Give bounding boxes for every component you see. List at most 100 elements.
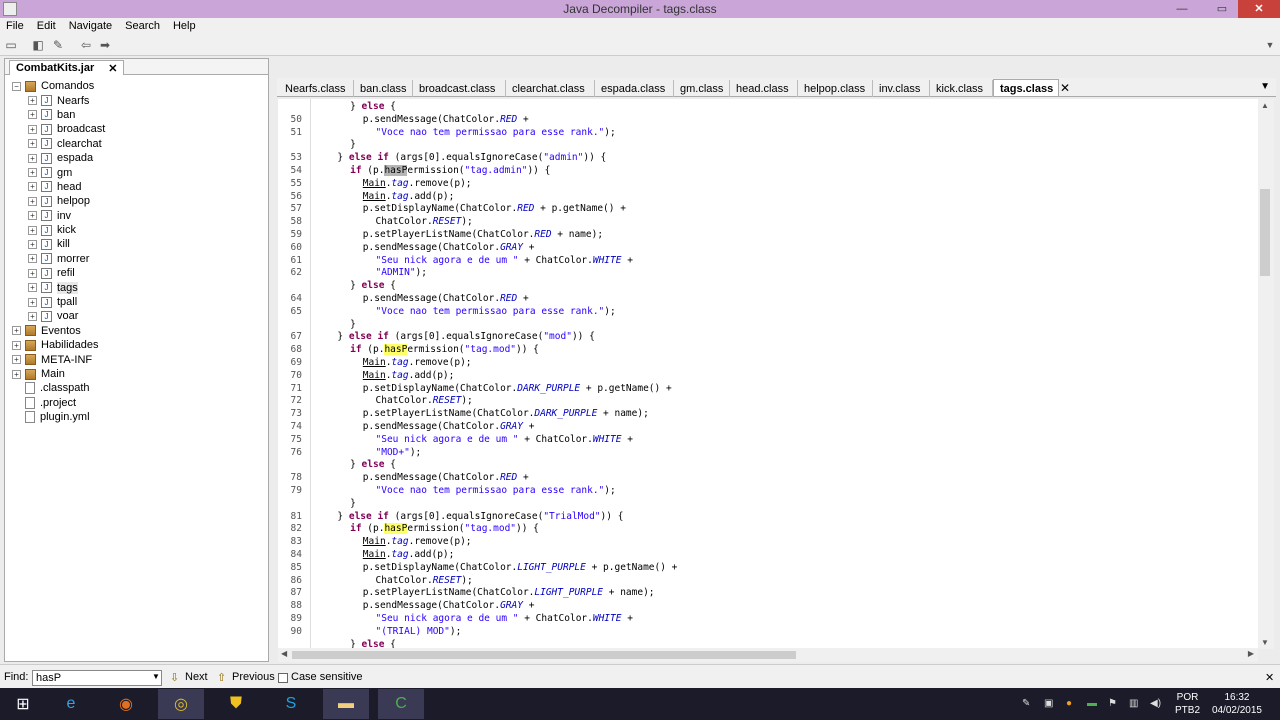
file-explorer-icon[interactable]: ▬: [323, 689, 369, 719]
tab-gm[interactable]: gm.class: [674, 80, 730, 97]
maximize-button[interactable]: ▭: [1208, 0, 1236, 18]
tree-item[interactable]: + J Nearfs: [5, 93, 268, 107]
tree-item[interactable]: + Jtpall: [5, 295, 268, 309]
tree-item[interactable]: plugin.yml: [5, 410, 268, 424]
close-icon[interactable]: ✕: [1265, 671, 1274, 684]
tab-kick[interactable]: kick.class: [930, 80, 993, 97]
menu-file[interactable]: File: [0, 18, 31, 35]
scroll-down-icon[interactable]: ▼: [1261, 638, 1269, 647]
tab-inv[interactable]: inv.class: [873, 80, 930, 97]
expand-icon[interactable]: +: [28, 268, 37, 278]
horizontal-scrollbar[interactable]: ◀ ▶: [278, 648, 1258, 662]
clock[interactable]: 16:32 04/02/2015: [1212, 691, 1262, 717]
expand-icon[interactable]: +: [28, 225, 37, 235]
chrome-icon[interactable]: ◎: [158, 689, 204, 719]
expand-icon[interactable]: +: [28, 297, 37, 307]
expand-icon[interactable]: +: [12, 369, 21, 379]
expand-icon[interactable]: +: [28, 254, 37, 264]
tree-item[interactable]: .classpath: [5, 381, 268, 395]
tree-item[interactable]: + Jmorrer: [5, 252, 268, 266]
tab-head[interactable]: head.class: [730, 80, 798, 97]
open-folder-icon[interactable]: ▭: [3, 38, 19, 52]
tray-feather-icon[interactable]: ✎: [1022, 698, 1030, 709]
find-input[interactable]: hasP: [32, 670, 162, 686]
vertical-scroll-thumb[interactable]: [1260, 189, 1270, 276]
expand-icon[interactable]: +: [28, 124, 37, 134]
tray-warning-icon[interactable]: ●: [1066, 698, 1072, 709]
skype-icon[interactable]: S: [268, 689, 314, 719]
jar-tab[interactable]: CombatKits.jar ✕: [9, 60, 125, 75]
tab-broadcast[interactable]: broadcast.class: [413, 80, 506, 97]
expand-icon[interactable]: +: [28, 211, 37, 221]
case-sensitive-checkbox[interactable]: [278, 673, 288, 683]
minimize-button[interactable]: —: [1168, 0, 1196, 18]
tab-clearchat[interactable]: clearchat.class: [506, 80, 595, 97]
expand-icon[interactable]: +: [28, 239, 37, 249]
tree-item[interactable]: + Jkill: [5, 237, 268, 251]
close-window-button[interactable]: ✕: [1238, 0, 1280, 18]
scroll-up-icon[interactable]: ▲: [1261, 101, 1269, 110]
menu-edit[interactable]: Edit: [31, 18, 63, 35]
tree-item[interactable]: + Jespada: [5, 151, 268, 165]
close-icon[interactable]: ✕: [108, 62, 117, 75]
tab-helpop[interactable]: helpop.class: [798, 80, 873, 97]
internet-explorer-icon[interactable]: e: [48, 689, 94, 719]
expand-icon[interactable]: +: [12, 340, 21, 350]
tree-item[interactable]: + Jban: [5, 108, 268, 122]
tree-item[interactable]: .project: [5, 396, 268, 410]
open-file-icon[interactable]: ◧: [30, 38, 46, 52]
tree-item[interactable]: + Jrefil: [5, 266, 268, 280]
tree-item[interactable]: + Jhelpop: [5, 194, 268, 208]
language-indicator[interactable]: POR PTB2: [1175, 691, 1200, 717]
tree-item[interactable]: + META-INF: [5, 352, 268, 366]
toolbar-menu-icon[interactable]: ▼: [1262, 38, 1278, 52]
tree-item[interactable]: + Jgm: [5, 165, 268, 179]
tab-espada[interactable]: espada.class: [595, 80, 674, 97]
tab-tags[interactable]: tags.class: [993, 79, 1059, 96]
tab-nearfs[interactable]: Nearfs.class: [279, 80, 354, 97]
find-previous-icon[interactable]: ⇧: [217, 671, 226, 684]
scroll-right-icon[interactable]: ▶: [1248, 649, 1254, 658]
code-editor[interactable]: } else {50 p.sendMessage(ChatColor.RED +5…: [278, 99, 1258, 649]
tray-app-icon[interactable]: ▣: [1044, 698, 1053, 709]
expand-icon[interactable]: +: [28, 168, 37, 178]
tree-item[interactable]: + Jclearchat: [5, 137, 268, 151]
tree-item[interactable]: + Jkick: [5, 223, 268, 237]
find-next-button[interactable]: Next: [185, 671, 208, 683]
tree-item[interactable]: + Jtags: [5, 280, 268, 294]
refresh-icon[interactable]: ✎: [50, 38, 66, 52]
collapse-icon[interactable]: −: [12, 81, 21, 91]
tree-item[interactable]: − Comandos: [5, 79, 268, 93]
tray-battery-icon[interactable]: ▬: [1087, 698, 1097, 709]
tab-ban[interactable]: ban.class: [354, 80, 413, 97]
horizontal-scroll-thumb[interactable]: [292, 651, 796, 659]
find-next-icon[interactable]: ⇩: [170, 671, 179, 684]
expand-icon[interactable]: +: [28, 311, 37, 321]
menu-search[interactable]: Search: [119, 18, 167, 35]
expand-icon[interactable]: +: [28, 196, 37, 206]
expand-icon[interactable]: +: [28, 96, 37, 106]
back-icon[interactable]: ⇦: [78, 38, 94, 52]
security-shield-icon[interactable]: ⛊: [213, 689, 259, 719]
tab-list-menu-icon[interactable]: ▼: [1260, 81, 1270, 92]
expand-icon[interactable]: +: [28, 139, 37, 149]
forward-icon[interactable]: ➡: [97, 38, 113, 52]
tray-volume-icon[interactable]: ◀): [1150, 698, 1161, 709]
expand-icon[interactable]: +: [28, 110, 37, 120]
windows-start-icon[interactable]: ⊞: [0, 689, 46, 719]
close-icon[interactable]: ✕: [1060, 81, 1070, 95]
expand-icon[interactable]: +: [28, 182, 37, 192]
expand-icon[interactable]: +: [28, 283, 37, 293]
java-decompiler-icon[interactable]: C: [378, 689, 424, 719]
find-previous-button[interactable]: Previous: [232, 671, 275, 683]
firefox-icon[interactable]: ◉: [103, 689, 149, 719]
tree-item[interactable]: + Jhead: [5, 180, 268, 194]
expand-icon[interactable]: +: [12, 355, 21, 365]
menu-navigate[interactable]: Navigate: [63, 18, 119, 35]
tree-item[interactable]: + Jvoar: [5, 309, 268, 323]
tray-flag-icon[interactable]: ⚑: [1108, 698, 1117, 709]
tray-network-icon[interactable]: ▥: [1129, 698, 1138, 709]
tree-item[interactable]: + Main: [5, 367, 268, 381]
tree-item[interactable]: + Eventos: [5, 324, 268, 338]
tree-item[interactable]: + Habilidades: [5, 338, 268, 352]
